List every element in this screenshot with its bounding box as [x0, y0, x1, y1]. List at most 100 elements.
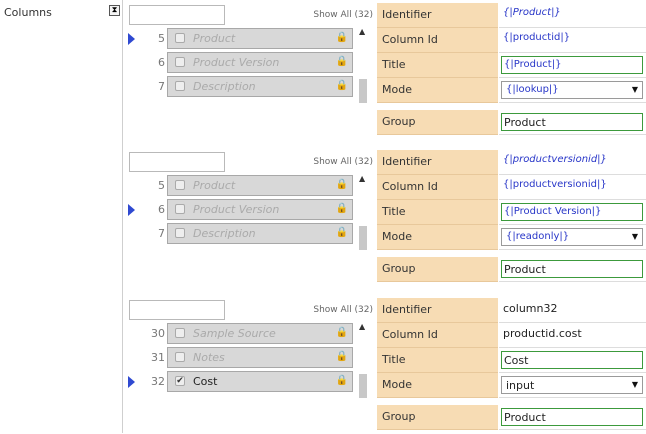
title-field[interactable]: Cost: [501, 351, 643, 369]
column-section-2: Show All (32) 5 Product 🔒 6 Product Version 🔒 7…: [123, 150, 646, 286]
prop-identifier: Identifier {|Product|}: [377, 3, 646, 28]
column-id-field[interactable]: {|productversionid|}: [499, 175, 646, 200]
scroll-up-icon[interactable]: ▲: [359, 174, 365, 183]
column-list: 5 Product 🔒 6 Product Version 🔒 7 Description 🔒 ▲: [123, 3, 373, 103]
prop-label: Group: [377, 257, 498, 282]
list-item[interactable]: 5 Product 🔒: [123, 175, 373, 197]
column-item-label: Cost: [193, 375, 218, 388]
list-item[interactable]: 30 Sample Source 🔒: [123, 323, 373, 345]
prop-mode: Mode {|readonly|} ▼: [377, 225, 646, 250]
lock-icon[interactable]: 🔒: [336, 32, 348, 43]
prop-column-id: Column Id productid.cost: [377, 323, 646, 348]
mode-select[interactable]: {|readonly|} ▼: [501, 228, 643, 246]
prop-label: Column Id: [377, 28, 498, 53]
column-item[interactable]: Product 🔒: [167, 175, 353, 196]
scrollbar-thumb[interactable]: [359, 79, 367, 103]
column-checkbox[interactable]: [175, 180, 185, 190]
column-item-label: Sample Source: [193, 327, 276, 340]
lock-icon[interactable]: 🔒: [336, 56, 348, 67]
column-id-field[interactable]: productid.cost: [499, 323, 646, 348]
scrollbar-thumb[interactable]: [359, 374, 367, 398]
prop-group: Group Product: [377, 110, 646, 135]
group-field[interactable]: Product: [501, 113, 643, 131]
lock-icon[interactable]: 🔒: [336, 179, 348, 190]
column-checkbox[interactable]: [175, 352, 185, 362]
column-item-label: Product Version: [193, 203, 280, 216]
list-item[interactable]: 6 Product Version 🔒: [123, 199, 373, 221]
column-checkbox[interactable]: [175, 328, 185, 338]
prop-label: Title: [377, 348, 498, 373]
column-list: 5 Product 🔒 6 Product Version 🔒 7 Description 🔒 ▲: [123, 150, 373, 250]
list-item[interactable]: 31 Notes 🔒: [123, 347, 373, 369]
column-item[interactable]: Sample Source 🔒: [167, 323, 353, 344]
list-item[interactable]: 5 Product 🔒: [123, 28, 373, 50]
list-scrollbar[interactable]: ▲: [355, 174, 371, 250]
scrollbar-thumb[interactable]: [359, 226, 367, 250]
prop-mode: Mode {|lookup|} ▼: [377, 78, 646, 103]
lock-icon[interactable]: 🔒: [336, 375, 348, 386]
scroll-up-icon[interactable]: ▲: [359, 27, 365, 36]
group-field[interactable]: Product: [501, 260, 643, 278]
list-item[interactable]: 6 Product Version 🔒: [123, 52, 373, 74]
list-scrollbar[interactable]: ▲: [355, 322, 371, 398]
column-checkbox[interactable]: [175, 228, 185, 238]
column-item[interactable]: Notes 🔒: [167, 347, 353, 368]
list-item[interactable]: 7 Description 🔒: [123, 76, 373, 98]
lock-icon[interactable]: 🔒: [336, 80, 348, 91]
prop-label: Mode: [377, 78, 498, 103]
column-item[interactable]: Product 🔒: [167, 28, 353, 49]
row-number: 30: [151, 327, 165, 340]
prop-label: Title: [377, 200, 498, 225]
column-list: 30 Sample Source 🔒 31 Notes 🔒 32 ✔ Cost 🔒 ▲: [123, 298, 373, 398]
prop-group: Group Product: [377, 257, 646, 282]
column-checkbox[interactable]: ✔: [175, 376, 185, 386]
column-item-label: Notes: [193, 351, 225, 364]
row-number: 5: [158, 179, 165, 192]
prop-label: Identifier: [377, 150, 498, 175]
column-checkbox[interactable]: [175, 81, 185, 91]
column-item-label: Description: [193, 80, 256, 93]
lock-icon[interactable]: 🔒: [336, 351, 348, 362]
chevron-down-icon[interactable]: ▼: [632, 85, 638, 94]
column-checkbox[interactable]: [175, 33, 185, 43]
lock-icon[interactable]: 🔒: [336, 327, 348, 338]
prop-mode: Mode input ▼: [377, 373, 646, 398]
chevron-down-icon[interactable]: ▼: [632, 232, 638, 241]
column-item[interactable]: Product Version 🔒: [167, 199, 353, 220]
column-checkbox[interactable]: [175, 57, 185, 67]
identifier-field[interactable]: {|Product|}: [499, 3, 646, 28]
list-item[interactable]: 7 Description 🔒: [123, 223, 373, 245]
prop-column-id: Column Id {|productid|}: [377, 28, 646, 53]
title-field[interactable]: {|Product Version|}: [501, 203, 643, 221]
lock-icon[interactable]: 🔒: [336, 203, 348, 214]
collapse-toggle-icon[interactable]: ⧗: [109, 5, 120, 16]
list-item[interactable]: 32 ✔ Cost 🔒: [123, 371, 373, 393]
row-number: 31: [151, 351, 165, 364]
prop-label: Column Id: [377, 323, 498, 348]
column-id-field[interactable]: {|productid|}: [499, 28, 646, 53]
columns-label: Columns: [4, 6, 52, 19]
column-checkbox[interactable]: [175, 204, 185, 214]
mode-value: {|lookup|}: [506, 84, 559, 95]
mode-select[interactable]: input ▼: [501, 376, 643, 394]
mode-select[interactable]: {|lookup|} ▼: [501, 81, 643, 99]
mode-value: input: [506, 379, 535, 392]
row-number: 6: [158, 56, 165, 69]
column-item[interactable]: Description 🔒: [167, 76, 353, 97]
identifier-field[interactable]: {|productversionid|}: [499, 150, 646, 175]
column-item-label: Description: [193, 227, 256, 240]
row-number: 7: [158, 80, 165, 93]
lock-icon[interactable]: 🔒: [336, 227, 348, 238]
column-item[interactable]: ✔ Cost 🔒: [167, 371, 353, 392]
column-item[interactable]: Product Version 🔒: [167, 52, 353, 73]
chevron-down-icon[interactable]: ▼: [632, 380, 638, 389]
prop-label: Identifier: [377, 298, 498, 323]
row-number: 6: [158, 203, 165, 216]
prop-title: Title {|Product Version|}: [377, 200, 646, 225]
identifier-field[interactable]: column32: [499, 298, 646, 323]
list-scrollbar[interactable]: ▲: [355, 27, 371, 103]
scroll-up-icon[interactable]: ▲: [359, 322, 365, 331]
column-item[interactable]: Description 🔒: [167, 223, 353, 244]
title-field[interactable]: {|Product|}: [501, 56, 643, 74]
group-field[interactable]: Product: [501, 408, 643, 426]
